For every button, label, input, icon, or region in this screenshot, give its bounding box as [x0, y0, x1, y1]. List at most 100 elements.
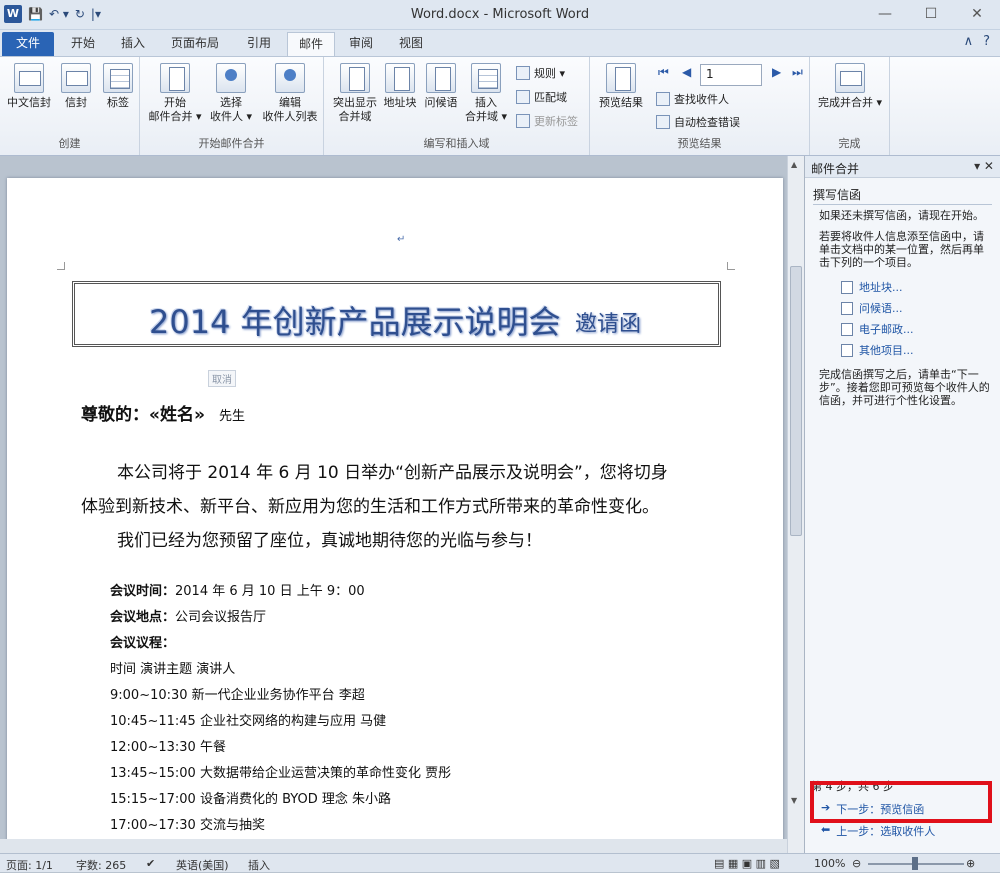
greeting-line[interactable]: 尊敬的：«姓名» 先生: [81, 400, 245, 425]
agenda-line[interactable]: 会议地点：公司会议报告厅: [110, 606, 266, 625]
link-greeting-line[interactable]: 问候语...: [841, 300, 1000, 316]
language-indicator[interactable]: 英语(美国): [176, 857, 229, 873]
scroll-down-icon[interactable]: ▼: [791, 796, 797, 805]
agenda-line[interactable]: 12:00~13:30 午餐: [110, 736, 226, 755]
preview-results-button[interactable]: 预览结果: [592, 63, 650, 110]
address-block-icon: [385, 63, 415, 93]
rules-icon: [516, 66, 530, 80]
group-preview-label: 预览结果: [677, 137, 722, 150]
scroll-thumb[interactable]: [790, 266, 802, 536]
group-start-label: 开始邮件合并: [198, 137, 265, 150]
edit-recipient-list-button[interactable]: 编辑 收件人列表: [258, 63, 322, 124]
agenda-line[interactable]: 15:15~17:00 设备消费化的 BYOD 理念 朱小路: [110, 788, 391, 807]
vertical-scrollbar[interactable]: ▲ ▼: [787, 156, 804, 853]
envelope-icon: [61, 63, 91, 93]
match-fields-icon: [516, 90, 530, 104]
highlight-merge-fields-button[interactable]: 突出显示 合并域: [328, 63, 382, 124]
group-write-insert-fields: 突出显示 合并域 地址块 问候语 插入 合并域 ▾ 规则 ▾ 匹配域 更新标签 …: [324, 57, 590, 155]
previous-record-icon[interactable]: ◀: [682, 65, 691, 79]
page-count[interactable]: 页面: 1/1: [6, 857, 53, 873]
collapse-ribbon-icon[interactable]: ∧: [964, 34, 974, 49]
tab-file[interactable]: 文件: [2, 32, 54, 56]
insert-merge-field-button[interactable]: 插入 合并域 ▾: [462, 63, 510, 124]
greeting-suffix: 先生: [218, 409, 245, 424]
tab-review[interactable]: 审阅: [340, 32, 382, 56]
tab-mailings[interactable]: 邮件: [287, 32, 335, 56]
link-address-block[interactable]: 地址块...: [841, 279, 1000, 295]
pane-section-title: 撰写信函: [813, 186, 992, 205]
auto-check-errors-button[interactable]: 自动检查错误: [656, 114, 740, 130]
labels-button[interactable]: 标签: [98, 63, 138, 110]
agenda-line[interactable]: 17:00~17:30 交流与抽奖: [110, 814, 265, 833]
agenda-line[interactable]: 10:45~11:45 企业社交网络的构建与应用 马健: [110, 710, 386, 729]
pane-title: 邮件合并: [811, 162, 860, 176]
previous-arrow-icon: ⬅: [821, 823, 831, 836]
body-paragraph-line[interactable]: 本公司将于 2014 年 6 月 10 日举办“创新产品展示及说明会”，您将切身: [117, 458, 668, 483]
tab-page-layout[interactable]: 页面布局: [162, 32, 228, 56]
maximize-button[interactable]: ☐: [908, 0, 954, 28]
greeting-text: 尊敬的：«姓名»: [81, 405, 205, 425]
cancel-tooltip[interactable]: 取消: [208, 370, 236, 387]
update-labels-button[interactable]: 更新标签: [516, 113, 578, 129]
rules-button[interactable]: 规则 ▾: [516, 65, 565, 81]
record-number-input[interactable]: 1: [700, 64, 762, 86]
postage-icon: [841, 322, 853, 336]
title-bar: W 💾 ↶ ▾ ↻ |▾ Word.docx - Microsoft Word …: [0, 0, 1000, 30]
tab-home[interactable]: 开始: [62, 32, 104, 56]
insert-mode-indicator[interactable]: 插入: [248, 857, 270, 873]
envelopes-button[interactable]: 信封: [56, 63, 96, 110]
body-paragraph-line[interactable]: 体验到新技术、新平台、新应用为您的生活和工作方式所带来的革命性变化。: [81, 492, 659, 517]
match-fields-button[interactable]: 匹配域: [516, 89, 567, 105]
pane-close-icon[interactable]: ▾ ✕: [974, 159, 994, 173]
horizontal-scrollbar[interactable]: [0, 839, 787, 853]
link-electronic-postage[interactable]: 电子邮政...: [841, 321, 1000, 337]
help-icon[interactable]: ?: [983, 34, 990, 49]
window-title: Word.docx - Microsoft Word: [410, 7, 590, 22]
word-count[interactable]: 字数: 265: [76, 857, 126, 873]
link-more-items[interactable]: 其他项目...: [841, 342, 1000, 358]
previous-step-link[interactable]: ⬅ 上一步：选取收件人: [821, 823, 935, 839]
tab-references[interactable]: 引用: [236, 32, 282, 56]
magnifier-icon: [606, 63, 636, 93]
last-record-icon[interactable]: ⏭: [792, 65, 803, 80]
group-create: 中文信封 信封 标签 创建: [0, 57, 140, 155]
agenda-line[interactable]: 13:45~15:00 大数据带给企业运营决策的革命性变化 贾彤: [110, 762, 451, 781]
address-block-button[interactable]: 地址块: [380, 63, 420, 110]
select-recipients-button[interactable]: 选择 收件人 ▾: [204, 63, 258, 124]
tab-view[interactable]: 视图: [390, 32, 432, 56]
address-block-icon: [841, 280, 853, 294]
mail-merge-pane: 邮件合并 ▾ ✕ 撰写信函 如果还未撰写信函，请现在开始。 若要将收件人信息添至…: [804, 156, 1000, 853]
scroll-up-icon[interactable]: ▲: [791, 160, 797, 169]
document-page[interactable]: ↵ 2014 年创新产品展示说明会 邀请函 取消 尊敬的：«姓名» 先生 本公司将…: [7, 178, 783, 853]
agenda-line[interactable]: 9:00~10:30 新一代企业业务协作平台 李超: [110, 684, 365, 703]
group-finish: 完成并合并 ▾ 完成: [810, 57, 890, 155]
invitation-subtitle: 邀请函: [575, 312, 642, 337]
find-recipient-button[interactable]: 查找收件人: [656, 91, 729, 107]
zoom-level[interactable]: 100%: [814, 857, 845, 870]
next-record-icon[interactable]: ▶: [772, 65, 781, 79]
first-record-icon[interactable]: ⏮: [658, 65, 669, 80]
close-button[interactable]: ✕: [954, 0, 1000, 28]
group-start-mail-merge: 开始 邮件合并 ▾ 选择 收件人 ▾ 编辑 收件人列表 开始邮件合并: [140, 57, 324, 155]
title-box[interactable]: 2014 年创新产品展示说明会 邀请函: [72, 281, 721, 347]
insert-field-icon: [471, 63, 501, 93]
chinese-envelope-button[interactable]: 中文信封: [4, 63, 54, 110]
agenda-line[interactable]: 时间 演讲主题 演讲人: [110, 658, 235, 677]
zoom-out-icon[interactable]: ⊖: [852, 857, 861, 870]
agenda-line[interactable]: 会议议程：: [110, 632, 175, 651]
minimize-button[interactable]: —: [862, 0, 908, 28]
proofing-icon[interactable]: ✔: [146, 857, 155, 870]
view-buttons[interactable]: ▤ ▦ ▣ ▥ ▧: [714, 857, 780, 870]
greeting-line-button[interactable]: 问候语: [420, 63, 462, 110]
document-area: ↵ 2014 年创新产品展示说明会 邀请函 取消 尊敬的：«姓名» 先生 本公司将…: [0, 156, 787, 853]
start-mail-merge-button[interactable]: 开始 邮件合并 ▾: [146, 63, 204, 124]
tab-insert[interactable]: 插入: [112, 32, 154, 56]
body-paragraph-line[interactable]: 我们已经为您预留了座位，真诚地期待您的光临与参与！: [117, 526, 542, 551]
zoom-in-icon[interactable]: ⊕: [966, 857, 975, 870]
finish-merge-button[interactable]: 完成并合并 ▾: [814, 63, 886, 110]
find-recipient-icon: [656, 92, 670, 106]
agenda-line[interactable]: 会议时间：2014 年 6 月 10 日 上午 9：00: [110, 580, 365, 599]
people-icon: [216, 63, 246, 93]
invitation-title: 2014 年创新产品展示说明会: [149, 303, 561, 341]
zoom-slider-knob[interactable]: [912, 857, 918, 870]
